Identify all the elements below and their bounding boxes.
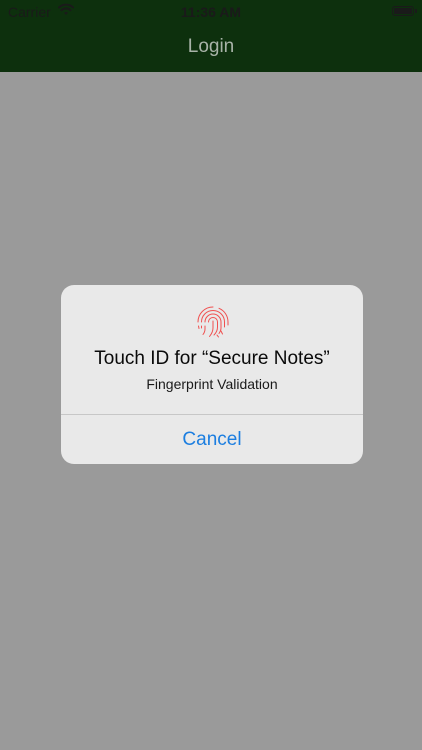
alert-message: Fingerprint Validation — [146, 376, 278, 392]
touch-id-alert: Touch ID for “Secure Notes” Fingerprint … — [61, 285, 363, 464]
fingerprint-icon — [197, 306, 229, 338]
cancel-button[interactable]: Cancel — [61, 415, 363, 464]
page-title: Login — [187, 36, 235, 57]
alert-title: Touch ID for “Secure Notes” — [94, 348, 330, 369]
navigation-bar: Carrier 11:36 AM Login — [0, 0, 422, 72]
battery-icon — [392, 6, 417, 16]
status-bar: Carrier 11:36 AM — [0, 0, 422, 24]
status-time: 11:36 AM — [180, 4, 242, 20]
